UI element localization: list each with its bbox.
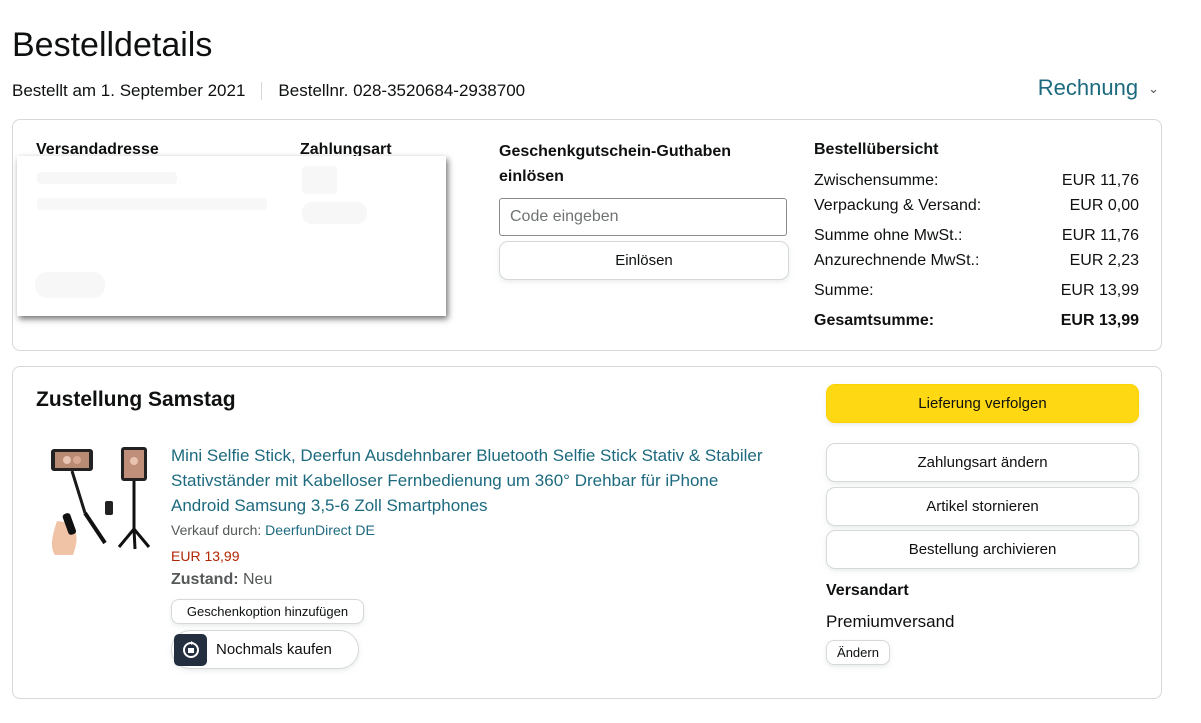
change-shipping-button[interactable]: Ändern xyxy=(826,640,890,665)
delivery-box: Zustellung Samstag Mini Selfie Stick, De xyxy=(12,366,1162,699)
summary-row-subtotal: Zwischensumme: EUR 11,76 xyxy=(814,172,1139,190)
product-price: EUR 13,99 xyxy=(171,548,240,564)
shipping-method-heading: Versandart xyxy=(826,582,909,599)
summary-label: Summe: xyxy=(814,282,874,299)
product-title-link[interactable]: Mini Selfie Stick, Deerfun Ausdehnbarer … xyxy=(171,443,771,518)
summary-label: Summe ohne MwSt.: xyxy=(814,227,963,244)
condition-label: Zustand: xyxy=(171,571,239,588)
summary-label: Zwischensumme: xyxy=(814,172,939,189)
redeem-button[interactable]: Einlösen xyxy=(499,241,789,280)
seller-row: Verkauf durch: DeerfunDirect DE xyxy=(171,522,375,538)
seller-link[interactable]: DeerfunDirect DE xyxy=(265,522,375,538)
chevron-down-icon: ⌄ xyxy=(1148,81,1159,96)
delivery-title: Zustellung Samstag xyxy=(36,388,236,411)
buy-again-icon[interactable] xyxy=(174,634,207,666)
summary-value: EUR 11,76 xyxy=(1061,227,1139,244)
summary-row-shipping: Verpackung & Versand: EUR 0,00 xyxy=(814,197,1139,215)
buy-again-label: Nochmals kaufen xyxy=(216,641,332,658)
page-title: Bestelldetails xyxy=(12,26,213,64)
add-gift-option-button[interactable]: Geschenkoption hinzufügen xyxy=(171,599,364,624)
summary-label: Gesamtsumme: xyxy=(814,312,935,329)
summary-value: EUR 13,99 xyxy=(1060,282,1139,299)
invoice-label[interactable]: Rechnung xyxy=(1038,75,1138,101)
order-meta: Bestellt am 1. September 2021 Bestellnr.… xyxy=(12,81,525,101)
summary-value: EUR 2,23 xyxy=(1069,252,1139,269)
cancel-item-button[interactable]: Artikel stornieren xyxy=(826,487,1139,526)
order-number: Bestellnr. 028-3520684-2938700 xyxy=(278,81,526,100)
summary-value: EUR 13,99 xyxy=(1060,312,1139,329)
meta-divider xyxy=(261,82,263,100)
order-summary-heading: Bestellübersicht xyxy=(814,141,939,158)
redacted-overlay xyxy=(17,156,446,316)
summary-label: Verpackung & Versand: xyxy=(814,197,982,214)
summary-row-vat: Anzurechnende MwSt.: EUR 2,23 xyxy=(814,252,1139,270)
product-image[interactable] xyxy=(45,443,157,559)
shipping-method-value: Premiumversand xyxy=(826,612,955,631)
seller-prefix: Verkauf durch: xyxy=(171,522,262,538)
summary-row-sum: Summe: EUR 13,99 xyxy=(814,282,1139,300)
order-date: Bestellt am 1. September 2021 xyxy=(12,81,246,100)
order-summary-box: Versandadresse Zahlungsart Geschenkgutsc… xyxy=(12,119,1162,351)
track-delivery-button[interactable]: Lieferung verfolgen xyxy=(826,384,1139,423)
summary-value: EUR 11,76 xyxy=(1061,172,1139,189)
summary-label: Anzurechnende MwSt.: xyxy=(814,252,980,269)
condition-value: Neu xyxy=(243,571,273,588)
gift-card-heading: Geschenkgutschein-Guthaben einlösen xyxy=(499,143,732,185)
archive-order-button[interactable]: Bestellung archivieren xyxy=(826,530,1139,569)
summary-row-grand-total: Gesamtsumme: EUR 13,99 xyxy=(814,312,1139,330)
invoice-dropdown[interactable]: Rechnung ⌄ xyxy=(1038,75,1159,101)
summary-value: EUR 0,00 xyxy=(1069,197,1139,214)
change-payment-button[interactable]: Zahlungsart ändern xyxy=(826,443,1139,482)
product-condition: Zustand: Neu xyxy=(171,571,272,589)
summary-row-net: Summe ohne MwSt.: EUR 11,76 xyxy=(814,227,1139,245)
gift-card-code-input[interactable] xyxy=(499,198,787,236)
